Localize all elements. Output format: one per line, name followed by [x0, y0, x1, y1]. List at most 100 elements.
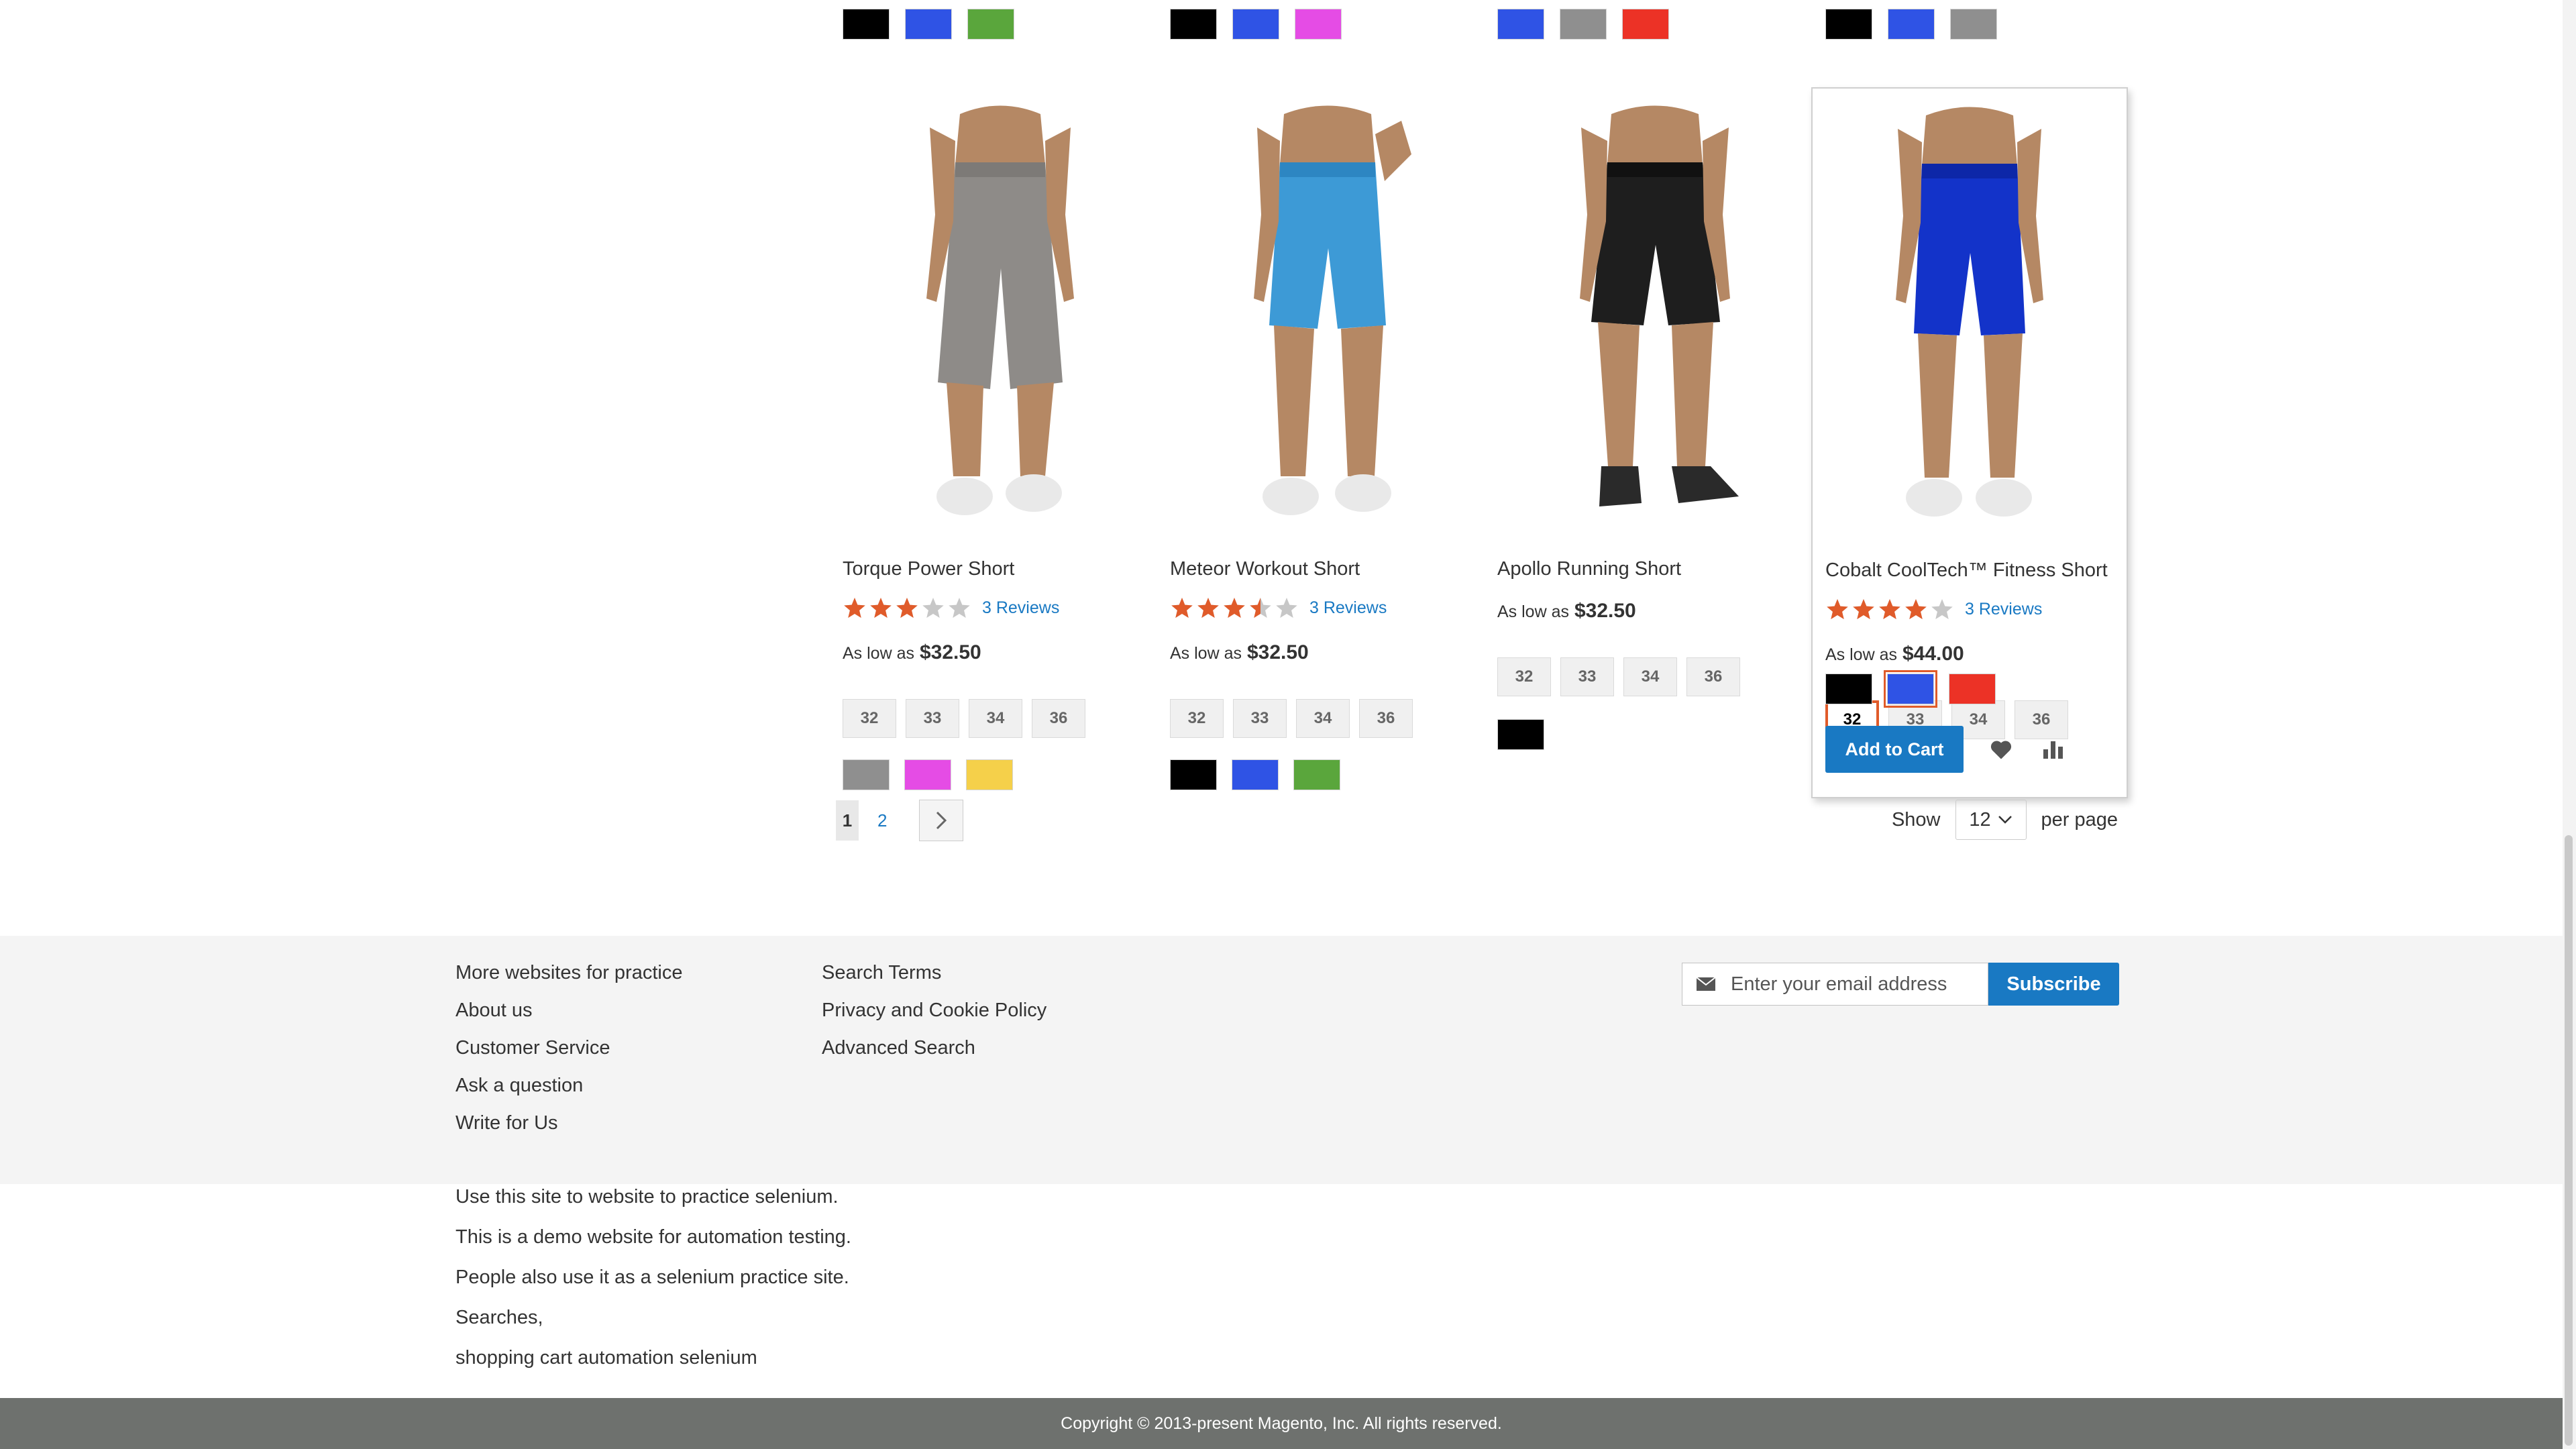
- size-option[interactable]: 36: [1686, 657, 1740, 696]
- product-actions: Add to Cart: [1825, 726, 2068, 773]
- size-option[interactable]: 33: [906, 699, 959, 738]
- price-prefix: As low as: [1497, 602, 1569, 621]
- star-filled-icon: [1197, 598, 1219, 618]
- swatch-gray[interactable]: [1560, 9, 1607, 40]
- swatch-blue[interactable]: [905, 9, 952, 40]
- swatch-black[interactable]: [1497, 719, 1544, 750]
- swatch-blue[interactable]: [1888, 9, 1935, 40]
- swatch-gray[interactable]: [1950, 9, 1997, 40]
- seo-text: Use this site to website to practice sel…: [455, 1182, 851, 1383]
- star-filled-icon: [1879, 599, 1900, 619]
- chevron-right-icon: [936, 811, 947, 830]
- swatch-magenta[interactable]: [904, 759, 951, 790]
- reviews-link[interactable]: 3 Reviews: [1965, 600, 2042, 619]
- size-option[interactable]: 34: [1296, 699, 1350, 738]
- product-price: As low as $44.00: [1825, 643, 1964, 665]
- chevron-down-icon: [1998, 816, 2012, 824]
- footer-link[interactable]: Search Terms: [822, 961, 1046, 984]
- size-option[interactable]: 33: [1560, 657, 1614, 696]
- email-placeholder: Enter your email address: [1731, 973, 1947, 995]
- product-image-apollo-running-short[interactable]: [1497, 101, 1813, 543]
- product-rating: 3 Reviews: [843, 596, 1059, 620]
- add-to-cart-button[interactable]: Add to Cart: [1825, 726, 1964, 773]
- product-image-torque-power-short[interactable]: [843, 101, 1158, 543]
- rating-stars: [843, 596, 971, 620]
- reviews-link[interactable]: 3 Reviews: [1309, 598, 1387, 618]
- seo-line: shopping cart automation selenium: [455, 1347, 757, 1368]
- price-amount: $32.50: [1246, 641, 1309, 663]
- star-filled-icon: [844, 598, 865, 618]
- footer: More websites for practice About us Cust…: [0, 936, 2563, 1184]
- reviews-link[interactable]: 3 Reviews: [982, 598, 1059, 618]
- swatch-row: [1497, 9, 1669, 40]
- swatch-black[interactable]: [1825, 674, 1872, 704]
- product-name[interactable]: Torque Power Short: [843, 558, 1014, 580]
- rating-stars: [1825, 597, 1954, 621]
- product-name[interactable]: Cobalt CoolTech™ Fitness Short: [1825, 559, 2108, 582]
- size-options: 32 33 34 36: [1170, 699, 1413, 738]
- seo-line: People also use it as a selenium practic…: [455, 1267, 849, 1288]
- scrollbar-thumb[interactable]: [2565, 835, 2573, 1446]
- swatch-blue[interactable]: [1232, 9, 1279, 40]
- product-card: Apollo Running Short As low as $32.50 32 …: [1497, 87, 1813, 798]
- size-option[interactable]: 32: [1497, 657, 1551, 696]
- size-option[interactable]: 34: [969, 699, 1022, 738]
- product-image-meteor-workout-short[interactable]: [1170, 101, 1485, 543]
- swatch-gray[interactable]: [843, 759, 890, 790]
- product-rating: 3 Reviews: [1170, 596, 1387, 620]
- page-scrollbar[interactable]: [2563, 0, 2576, 1449]
- star-filled-icon: [1827, 599, 1848, 619]
- swatch-black[interactable]: [1170, 759, 1217, 790]
- footer-link[interactable]: More websites for practice: [455, 961, 682, 984]
- footer-link[interactable]: Privacy and Cookie Policy: [822, 999, 1046, 1022]
- swatch-black[interactable]: [843, 9, 890, 40]
- footer-link[interactable]: Advanced Search: [822, 1036, 1046, 1059]
- compare-icon[interactable]: [2039, 735, 2068, 764]
- price-amount: $44.00: [1902, 643, 1964, 665]
- swatch-black[interactable]: [1170, 9, 1217, 40]
- product-rating: 3 Reviews: [1825, 597, 2042, 621]
- seo-line: Use this site to website to practice sel…: [455, 1186, 839, 1208]
- star-filled-icon: [896, 598, 918, 618]
- swatch-red[interactable]: [1949, 674, 1996, 704]
- limiter-label: Show: [1891, 808, 1941, 830]
- price-prefix: As low as: [1825, 645, 1897, 664]
- swatch-green[interactable]: [967, 9, 1014, 40]
- swatch-red[interactable]: [1622, 9, 1669, 40]
- size-option[interactable]: 32: [1170, 699, 1224, 738]
- star-filled-icon: [1853, 599, 1874, 619]
- swatch-blue[interactable]: [1232, 759, 1279, 790]
- swatch-black[interactable]: [1825, 9, 1872, 40]
- footer-link[interactable]: Write for Us: [455, 1112, 682, 1134]
- page-link[interactable]: 2: [877, 810, 887, 831]
- swatch-yellow[interactable]: [966, 759, 1013, 790]
- swatch-blue[interactable]: [1497, 9, 1544, 40]
- color-options: [843, 759, 1013, 790]
- footer-link[interactable]: Customer Service: [455, 1036, 682, 1059]
- swatch-blue-selected[interactable]: [1884, 670, 1937, 708]
- newsletter-email-input[interactable]: Enter your email address: [1682, 963, 1988, 1006]
- heart-icon[interactable]: [1986, 735, 2016, 764]
- color-options: [1170, 759, 1340, 790]
- size-option[interactable]: 36: [1359, 699, 1413, 738]
- page: Torque Power Short 3 Reviews As low as $3…: [0, 0, 2576, 1449]
- swatch-row: [1825, 9, 1997, 40]
- product-name[interactable]: Apollo Running Short: [1497, 558, 1681, 580]
- size-option[interactable]: 32: [843, 699, 896, 738]
- product-image-cobalt-cooltech-fitness-short[interactable]: [1825, 102, 2114, 545]
- next-page-button[interactable]: [919, 800, 964, 841]
- size-option[interactable]: 36: [1032, 699, 1085, 738]
- swatch-green[interactable]: [1293, 759, 1340, 790]
- star-empty-icon: [949, 598, 970, 618]
- product-name[interactable]: Meteor Workout Short: [1170, 558, 1360, 580]
- star-filled-icon: [1171, 598, 1193, 618]
- footer-link[interactable]: Ask a question: [455, 1074, 682, 1097]
- size-option[interactable]: 34: [1623, 657, 1677, 696]
- subscribe-button[interactable]: Subscribe: [1988, 963, 2119, 1006]
- footer-link[interactable]: About us: [455, 999, 682, 1022]
- product-price: As low as $32.50: [1497, 600, 1636, 623]
- star-filled-icon: [1905, 599, 1927, 619]
- limiter-select[interactable]: 12: [1955, 800, 2027, 840]
- size-option[interactable]: 33: [1233, 699, 1287, 738]
- swatch-magenta[interactable]: [1295, 9, 1342, 40]
